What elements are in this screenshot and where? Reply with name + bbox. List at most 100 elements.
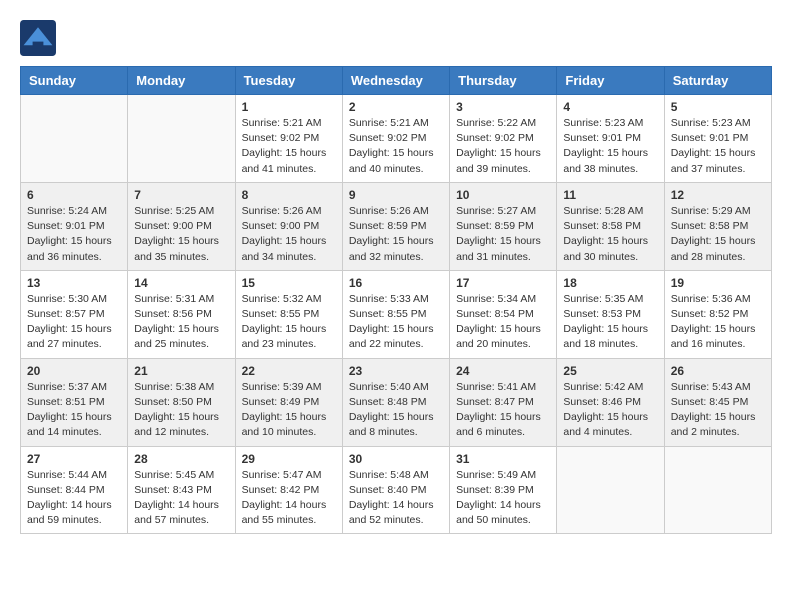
day-number: 3	[456, 100, 550, 114]
day-info: Sunrise: 5:22 AMSunset: 9:02 PMDaylight:…	[456, 116, 550, 177]
day-info: Sunrise: 5:31 AMSunset: 8:56 PMDaylight:…	[134, 292, 228, 353]
calendar-cell: 6Sunrise: 5:24 AMSunset: 9:01 PMDaylight…	[21, 182, 128, 270]
calendar-cell: 16Sunrise: 5:33 AMSunset: 8:55 PMDayligh…	[342, 270, 449, 358]
calendar-cell: 2 Sunrise: 5:21 AMSunset: 9:02 PMDaylight…	[342, 95, 449, 183]
day-number: 20	[27, 364, 121, 378]
calendar-cell	[557, 446, 664, 534]
calendar-week-row: 20 Sunrise: 5:37 AMSunset: 8:51 PMDayligh…	[21, 358, 772, 446]
day-number: 9	[349, 188, 443, 202]
calendar-cell: 13 Sunrise: 5:30 AMSunset: 8:57 PMDayligh…	[21, 270, 128, 358]
calendar-cell: 28 Sunrise: 5:45 AMSunset: 8:43 PMDayligh…	[128, 446, 235, 534]
calendar-cell: 5 Sunrise: 5:23 AMSunset: 9:01 PMDaylight…	[664, 95, 771, 183]
day-number: 23	[349, 364, 443, 378]
calendar-cell: 31 Sunrise: 5:49 AMSunset: 8:39 PMDayligh…	[450, 446, 557, 534]
day-info: Sunrise: 5:21 AMSunset: 9:02 PMDaylight:…	[242, 116, 336, 177]
calendar-cell: 25 Sunrise: 5:42 AMSunset: 8:46 PMDayligh…	[557, 358, 664, 446]
calendar-cell	[21, 95, 128, 183]
day-info: Sunrise: 5:30 AMSunset: 8:57 PMDaylight:…	[27, 292, 121, 353]
day-number: 1	[242, 100, 336, 114]
day-info: Sunrise: 5:39 AMSunset: 8:49 PMDaylight:…	[242, 380, 336, 441]
calendar-week-row: 27 Sunrise: 5:44 AMSunset: 8:44 PMDayligh…	[21, 446, 772, 534]
day-info: Sunrise: 5:33 AMSunset: 8:55 PMDaylight:…	[349, 292, 443, 353]
day-header-thursday: Thursday	[450, 67, 557, 95]
day-info: Sunrise: 5:25 AMSunset: 9:00 PMDaylight:…	[134, 204, 228, 265]
day-number: 29	[242, 452, 336, 466]
day-header-monday: Monday	[128, 67, 235, 95]
calendar-cell: 20 Sunrise: 5:37 AMSunset: 8:51 PMDayligh…	[21, 358, 128, 446]
calendar-cell: 15Sunrise: 5:32 AMSunset: 8:55 PMDayligh…	[235, 270, 342, 358]
day-number: 11	[563, 188, 657, 202]
day-info: Sunrise: 5:43 AMSunset: 8:45 PMDaylight:…	[671, 380, 765, 441]
calendar-cell: 9 Sunrise: 5:26 AMSunset: 8:59 PMDaylight…	[342, 182, 449, 270]
calendar-cell: 14 Sunrise: 5:31 AMSunset: 8:56 PMDayligh…	[128, 270, 235, 358]
day-info: Sunrise: 5:45 AMSunset: 8:43 PMDaylight:…	[134, 468, 228, 529]
calendar-cell: 12 Sunrise: 5:29 AMSunset: 8:58 PMDayligh…	[664, 182, 771, 270]
day-info: Sunrise: 5:29 AMSunset: 8:58 PMDaylight:…	[671, 204, 765, 265]
logo	[20, 20, 60, 56]
day-info: Sunrise: 5:44 AMSunset: 8:44 PMDaylight:…	[27, 468, 121, 529]
calendar-cell: 3 Sunrise: 5:22 AMSunset: 9:02 PMDaylight…	[450, 95, 557, 183]
day-number: 12	[671, 188, 765, 202]
day-header-saturday: Saturday	[664, 67, 771, 95]
day-info: Sunrise: 5:23 AMSunset: 9:01 PMDaylight:…	[671, 116, 765, 177]
day-info: Sunrise: 5:36 AMSunset: 8:52 PMDaylight:…	[671, 292, 765, 353]
day-number: 26	[671, 364, 765, 378]
day-number: 17	[456, 276, 550, 290]
day-info: Sunrise: 5:21 AMSunset: 9:02 PMDaylight:…	[349, 116, 443, 177]
day-number: 14	[134, 276, 228, 290]
calendar-week-row: 13 Sunrise: 5:30 AMSunset: 8:57 PMDayligh…	[21, 270, 772, 358]
calendar-cell: 24 Sunrise: 5:41 AMSunset: 8:47 PMDayligh…	[450, 358, 557, 446]
day-info: Sunrise: 5:35 AMSunset: 8:53 PMDaylight:…	[563, 292, 657, 353]
day-number: 7	[134, 188, 228, 202]
calendar-table: SundayMondayTuesdayWednesdayThursdayFrid…	[20, 66, 772, 534]
calendar-cell: 27 Sunrise: 5:44 AMSunset: 8:44 PMDayligh…	[21, 446, 128, 534]
day-info: Sunrise: 5:32 AMSunset: 8:55 PMDaylight:…	[242, 292, 336, 353]
day-info: Sunrise: 5:42 AMSunset: 8:46 PMDaylight:…	[563, 380, 657, 441]
day-info: Sunrise: 5:34 AMSunset: 8:54 PMDaylight:…	[456, 292, 550, 353]
day-number: 13	[27, 276, 121, 290]
day-number: 27	[27, 452, 121, 466]
calendar-cell: 7 Sunrise: 5:25 AMSunset: 9:00 PMDaylight…	[128, 182, 235, 270]
calendar-week-row: 6Sunrise: 5:24 AMSunset: 9:01 PMDaylight…	[21, 182, 772, 270]
day-number: 4	[563, 100, 657, 114]
day-info: Sunrise: 5:38 AMSunset: 8:50 PMDaylight:…	[134, 380, 228, 441]
calendar-cell	[664, 446, 771, 534]
day-info: Sunrise: 5:37 AMSunset: 8:51 PMDaylight:…	[27, 380, 121, 441]
calendar-cell: 8Sunrise: 5:26 AMSunset: 9:00 PMDaylight…	[235, 182, 342, 270]
calendar-cell	[128, 95, 235, 183]
calendar-cell: 26 Sunrise: 5:43 AMSunset: 8:45 PMDayligh…	[664, 358, 771, 446]
calendar-cell: 19 Sunrise: 5:36 AMSunset: 8:52 PMDayligh…	[664, 270, 771, 358]
day-header-sunday: Sunday	[21, 67, 128, 95]
day-number: 2	[349, 100, 443, 114]
day-number: 19	[671, 276, 765, 290]
day-info: Sunrise: 5:26 AMSunset: 9:00 PMDaylight:…	[242, 204, 336, 265]
day-number: 5	[671, 100, 765, 114]
day-number: 28	[134, 452, 228, 466]
day-info: Sunrise: 5:41 AMSunset: 8:47 PMDaylight:…	[456, 380, 550, 441]
day-info: Sunrise: 5:23 AMSunset: 9:01 PMDaylight:…	[563, 116, 657, 177]
calendar-cell: 1 Sunrise: 5:21 AMSunset: 9:02 PMDaylight…	[235, 95, 342, 183]
day-number: 30	[349, 452, 443, 466]
day-number: 10	[456, 188, 550, 202]
day-number: 6	[27, 188, 121, 202]
calendar-cell: 23 Sunrise: 5:40 AMSunset: 8:48 PMDayligh…	[342, 358, 449, 446]
day-info: Sunrise: 5:48 AMSunset: 8:40 PMDaylight:…	[349, 468, 443, 529]
day-info: Sunrise: 5:27 AMSunset: 8:59 PMDaylight:…	[456, 204, 550, 265]
calendar-cell: 11Sunrise: 5:28 AMSunset: 8:58 PMDayligh…	[557, 182, 664, 270]
day-info: Sunrise: 5:26 AMSunset: 8:59 PMDaylight:…	[349, 204, 443, 265]
day-number: 24	[456, 364, 550, 378]
day-number: 31	[456, 452, 550, 466]
day-number: 25	[563, 364, 657, 378]
day-header-friday: Friday	[557, 67, 664, 95]
calendar-header-row: SundayMondayTuesdayWednesdayThursdayFrid…	[21, 67, 772, 95]
day-number: 21	[134, 364, 228, 378]
calendar-cell: 29Sunrise: 5:47 AMSunset: 8:42 PMDayligh…	[235, 446, 342, 534]
day-info: Sunrise: 5:49 AMSunset: 8:39 PMDaylight:…	[456, 468, 550, 529]
day-header-tuesday: Tuesday	[235, 67, 342, 95]
day-info: Sunrise: 5:40 AMSunset: 8:48 PMDaylight:…	[349, 380, 443, 441]
day-number: 18	[563, 276, 657, 290]
calendar-cell: 21 Sunrise: 5:38 AMSunset: 8:50 PMDayligh…	[128, 358, 235, 446]
calendar-cell: 17 Sunrise: 5:34 AMSunset: 8:54 PMDayligh…	[450, 270, 557, 358]
logo-icon	[20, 20, 56, 56]
calendar-cell: 18 Sunrise: 5:35 AMSunset: 8:53 PMDayligh…	[557, 270, 664, 358]
